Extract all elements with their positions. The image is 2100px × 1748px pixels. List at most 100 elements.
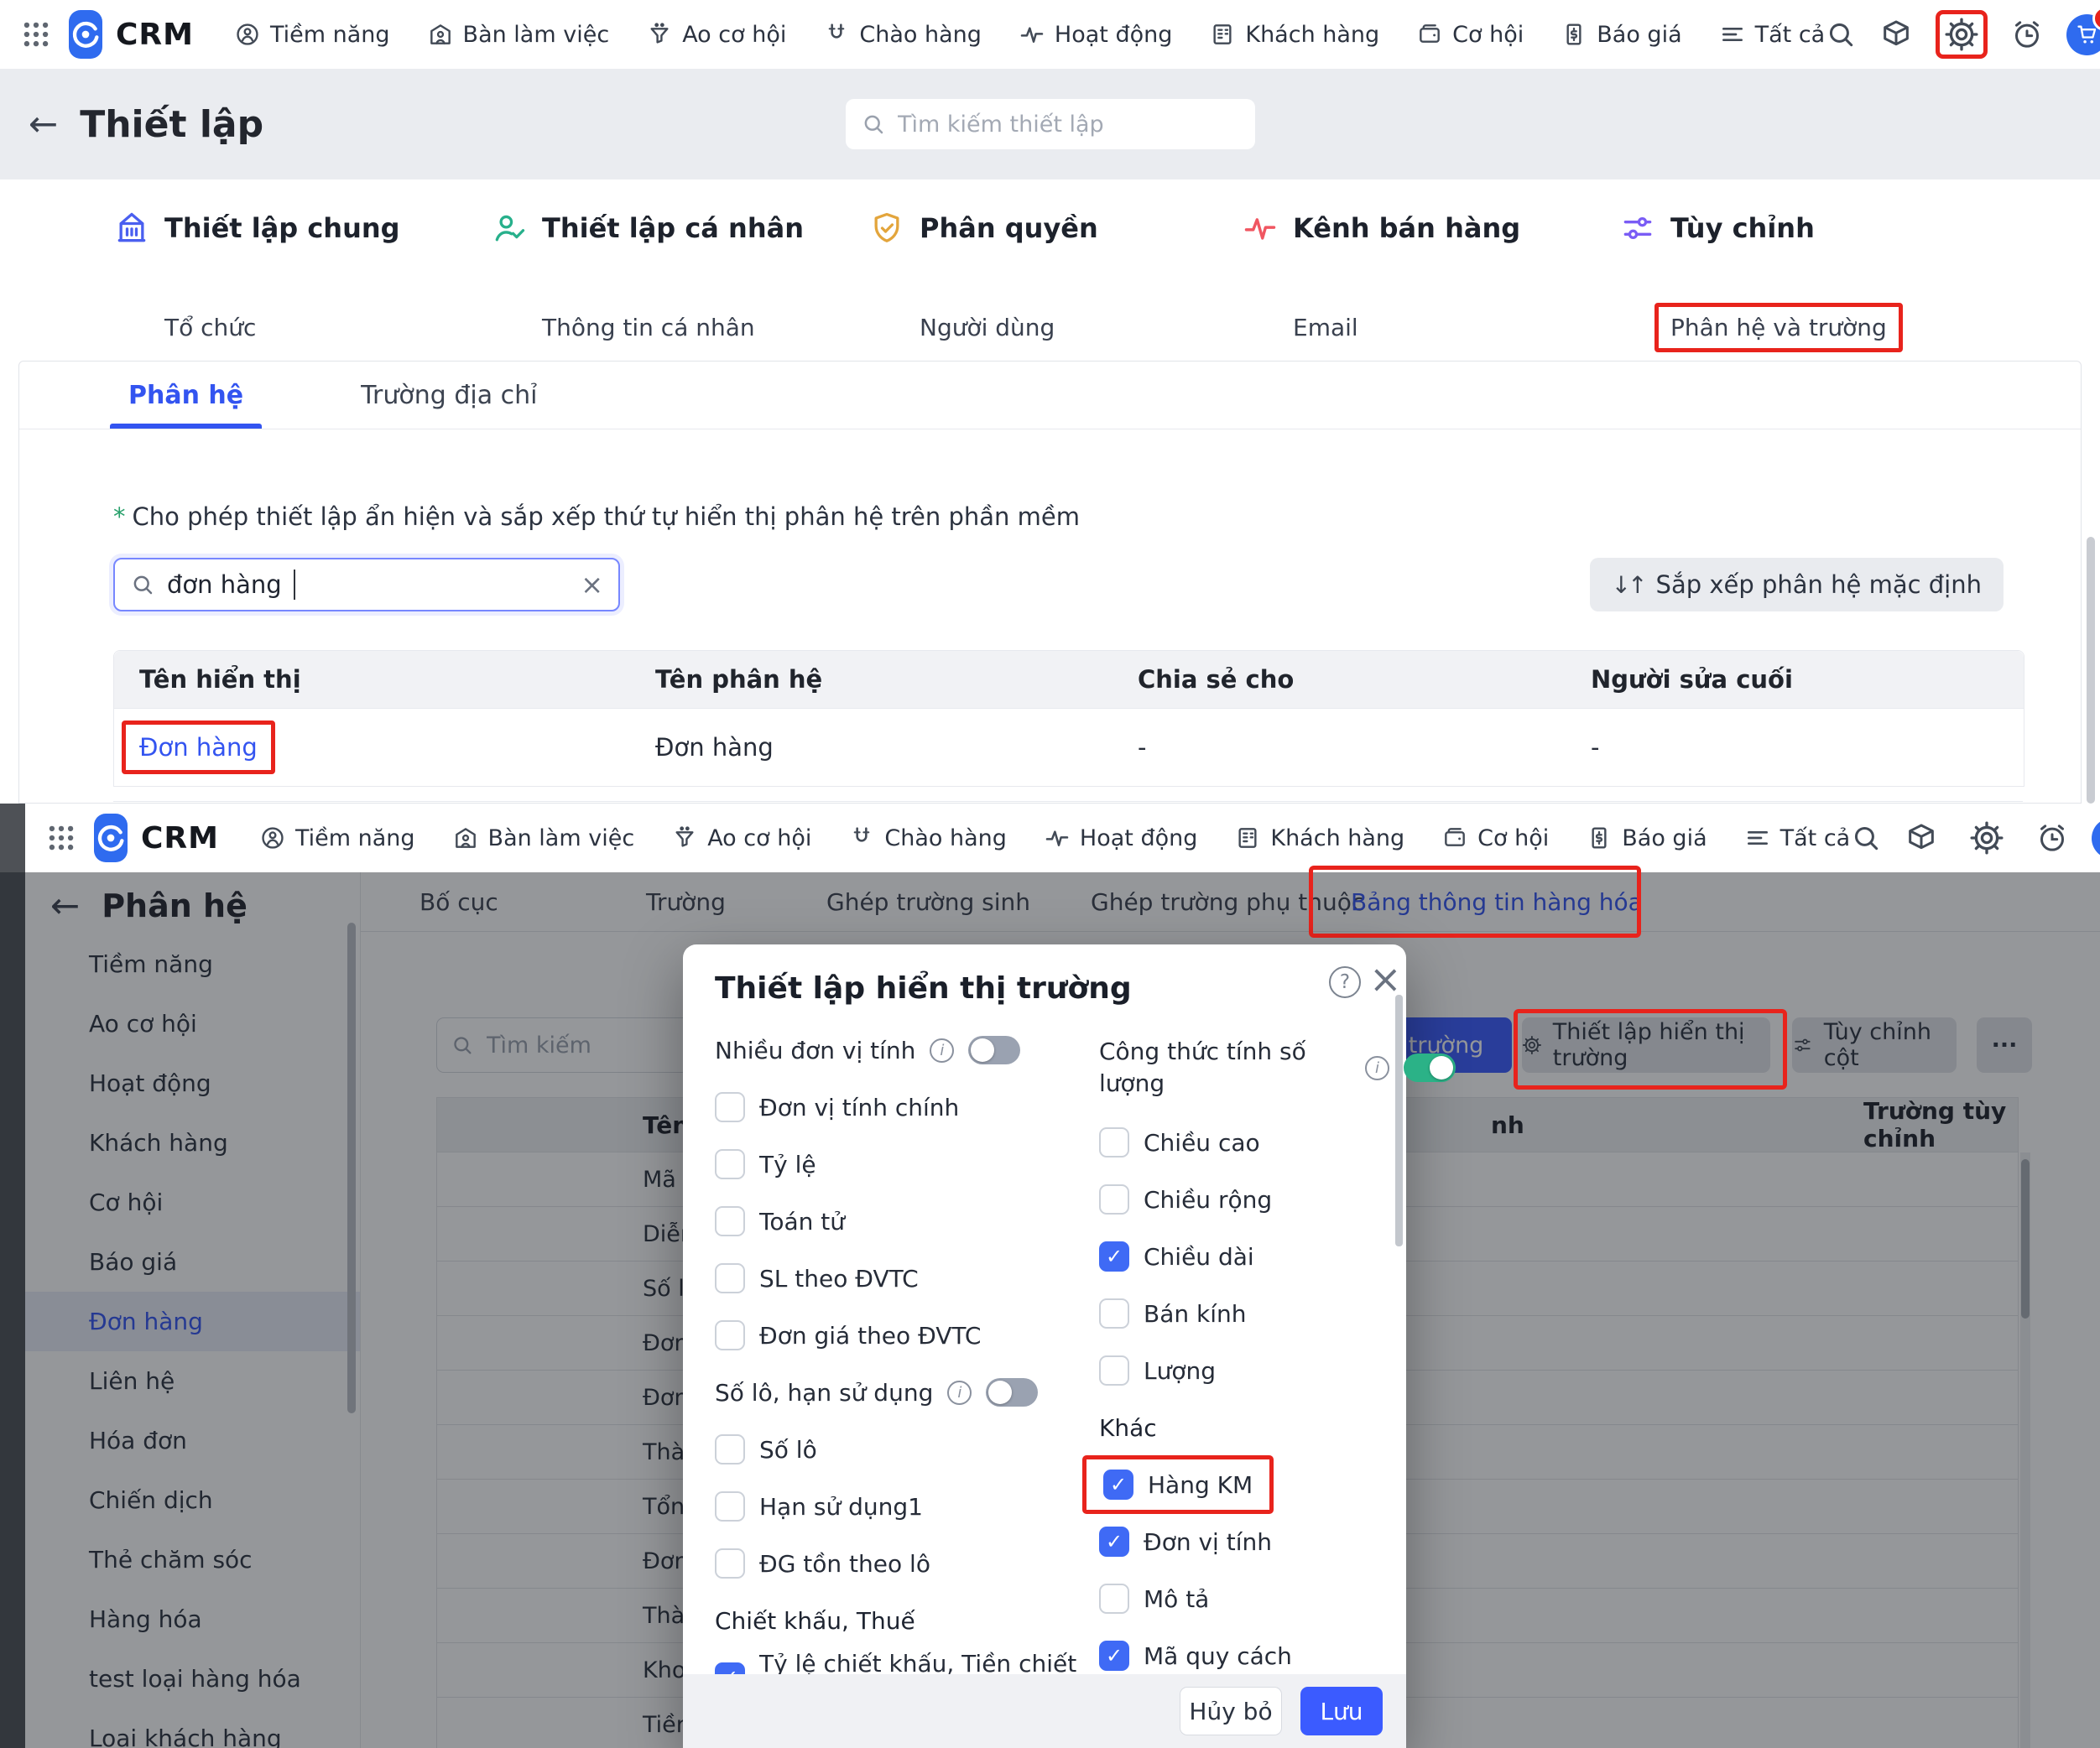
search-icon[interactable] [1850, 822, 1882, 854]
package-icon[interactable] [1879, 18, 1913, 51]
nav-item-tiem-nang[interactable]: Tiềm năng [259, 825, 415, 851]
category-permission[interactable]: Phân quyền [868, 210, 1098, 247]
module-tabs: Phân hệ Trường địa chỉ [19, 362, 2081, 429]
save-button[interactable]: Lưu [1300, 1687, 1383, 1735]
apps-grid-icon[interactable] [20, 18, 52, 50]
nav-item-tiem-nang[interactable]: Tiềm năng [234, 21, 390, 48]
gear-icon[interactable] [1969, 820, 2004, 856]
settings-search-input[interactable] [896, 111, 1240, 138]
tab-truong-dia-chi[interactable]: Trường địa chỉ [342, 362, 555, 429]
nav-item-co-hoi[interactable]: Cơ hội [1441, 825, 1549, 851]
checkbox[interactable] [715, 1548, 745, 1579]
cart-icon[interactable]: 2 [2092, 818, 2100, 859]
sort-arrows-icon: ↓↑ [1612, 571, 1644, 599]
crm-logo[interactable] [94, 814, 128, 862]
brand-title: CRM [141, 821, 219, 856]
checkbox[interactable] [715, 1149, 745, 1179]
navbar-slot-1: CRM Tiềm năng Bàn làm việc Ao cơ hội Chà… [0, 0, 2100, 69]
nav-item-ban-lam-viec[interactable]: Bàn làm việc [452, 825, 635, 851]
nav-item-ban-lam-viec[interactable]: Bàn làm việc [427, 21, 610, 48]
brand-title: CRM [116, 18, 194, 52]
toggle[interactable] [1404, 1053, 1456, 1082]
nav-item-co-hoi[interactable]: Cơ hội [1416, 21, 1524, 48]
checkbox[interactable] [1099, 1355, 1129, 1386]
nav-item-ao-co-hoi[interactable]: Ao cơ hội [646, 21, 786, 48]
clear-search-icon[interactable]: × [581, 569, 603, 601]
modal-row: SL theo ĐVTC i [715, 1250, 1081, 1307]
settings-categories: Thiết lập chung Tổ chức Thiết lập cá nhâ… [0, 179, 2100, 361]
nav-item-chao-hang[interactable]: Chào hàng [823, 21, 982, 48]
nav-item-tat-ca[interactable]: Tất cả [1744, 825, 1851, 851]
checkbox[interactable] [1099, 1184, 1129, 1215]
toggle[interactable] [968, 1036, 1020, 1064]
nav-item-chao-hang[interactable]: Chào hàng [848, 825, 1007, 851]
category-sub-phan-he-va-truong[interactable]: Phân hệ và trường [1654, 303, 1903, 352]
checkbox[interactable] [1099, 1641, 1129, 1671]
modal-row: ĐG tồn theo lô i [715, 1535, 1081, 1592]
screen: CRM Tiềm năng Bàn làm việc Ao cơ hội Chà… [0, 0, 2100, 1748]
nav-item-khach-hang[interactable]: Khách hàng [1209, 21, 1379, 48]
modal-help-icon[interactable]: ? [1329, 966, 1361, 998]
modal-scrollbar[interactable] [1395, 995, 1403, 1246]
settings-search[interactable] [846, 99, 1255, 149]
nav-item-tat-ca[interactable]: Tất cả [1719, 21, 1826, 48]
apps-grid-icon[interactable] [45, 822, 77, 854]
modal-left-column: Nhiều đơn vị tính i Đơn vị tính chính i … [715, 1022, 1081, 1706]
category-general[interactable]: Thiết lập chung [113, 210, 400, 247]
category-sub-to-chuc[interactable]: Tổ chức [164, 314, 256, 341]
search-icon[interactable] [1825, 18, 1857, 50]
nav-item-khach-hang[interactable]: Khách hàng [1234, 825, 1404, 851]
module-search-input[interactable]: đơn hàng × [113, 558, 620, 611]
checkbox[interactable] [1099, 1241, 1129, 1272]
checkbox[interactable] [1099, 1298, 1129, 1329]
checkbox[interactable] [1099, 1584, 1129, 1614]
tab-phan-he[interactable]: Phân hệ [110, 362, 262, 429]
nav-item-bao-gia[interactable]: Báo giá [1561, 21, 1681, 48]
nav-item-hoat-dong[interactable]: Hoạt động [1044, 825, 1197, 851]
category-sub-email[interactable]: Email [1293, 314, 1358, 341]
don-hang-link[interactable]: Đơn hàng [122, 721, 275, 774]
cart-icon[interactable]: 2 [2066, 14, 2100, 55]
alarm-clock-icon[interactable] [2035, 821, 2069, 855]
package-icon[interactable] [1905, 821, 1938, 855]
category-sub-nguoi-dung[interactable]: Người dùng [920, 314, 1055, 341]
page-scrollbar[interactable] [2087, 537, 2095, 804]
modal-row: Chiều cao i [1099, 1114, 1394, 1171]
checkbox[interactable] [715, 1434, 745, 1464]
info-icon[interactable]: i [947, 1381, 972, 1405]
modal-right-column: Công thức tính số lượng i Chiều cao i Ch… [1099, 1022, 1394, 1684]
modal-row: Đơn vị tính i [1099, 1513, 1394, 1570]
info-icon[interactable]: i [1365, 1056, 1389, 1080]
back-arrow-icon[interactable]: ← [29, 107, 58, 142]
settings-header: ← Thiết lập [0, 69, 2100, 179]
sort-default-button[interactable]: ↓↑ Sắp xếp phân hệ mặc định [1590, 558, 2004, 611]
module-table-header: Tên hiển thị Tên phân hệ Chia sẻ cho Ngư… [114, 651, 2024, 708]
checkbox[interactable] [1099, 1527, 1129, 1557]
checkbox[interactable] [1103, 1470, 1133, 1500]
modal-row: Công thức tính số lượng i [1099, 1022, 1394, 1114]
nav-item-ao-co-hoi[interactable]: Ao cơ hội [671, 825, 811, 851]
page-title: Thiết lập [80, 103, 263, 146]
cancel-button[interactable]: Hủy bỏ [1180, 1687, 1282, 1735]
modal-close-icon[interactable]: × [1369, 960, 1402, 998]
crm-logo[interactable] [69, 10, 102, 59]
checkbox[interactable] [1099, 1127, 1129, 1158]
category-personal[interactable]: Thiết lập cá nhân [491, 210, 804, 247]
checkbox[interactable] [715, 1491, 745, 1522]
checkbox[interactable] [715, 1206, 745, 1236]
checkbox[interactable] [715, 1320, 745, 1350]
toggle[interactable] [986, 1378, 1038, 1407]
modal-row: Tỷ lệ i [715, 1136, 1081, 1193]
checkbox[interactable] [715, 1263, 745, 1293]
checkbox[interactable] [715, 1092, 745, 1122]
modal-row: Khác i [1099, 1399, 1394, 1456]
table-row: Đơn hàng Đơn hàng - - [114, 708, 2024, 786]
info-icon[interactable]: i [930, 1038, 954, 1063]
alarm-clock-icon[interactable] [2010, 18, 2044, 51]
nav-item-bao-gia[interactable]: Báo giá [1586, 825, 1707, 851]
category-sub-thong-tin[interactable]: Thông tin cá nhân [542, 314, 755, 341]
nav-item-hoat-dong[interactable]: Hoạt động [1019, 21, 1172, 48]
category-sales-channel[interactable]: Kênh bán hàng [1242, 210, 1520, 247]
gear-icon[interactable] [1944, 17, 1979, 52]
category-customize[interactable]: Tùy chỉnh [1619, 210, 1815, 247]
